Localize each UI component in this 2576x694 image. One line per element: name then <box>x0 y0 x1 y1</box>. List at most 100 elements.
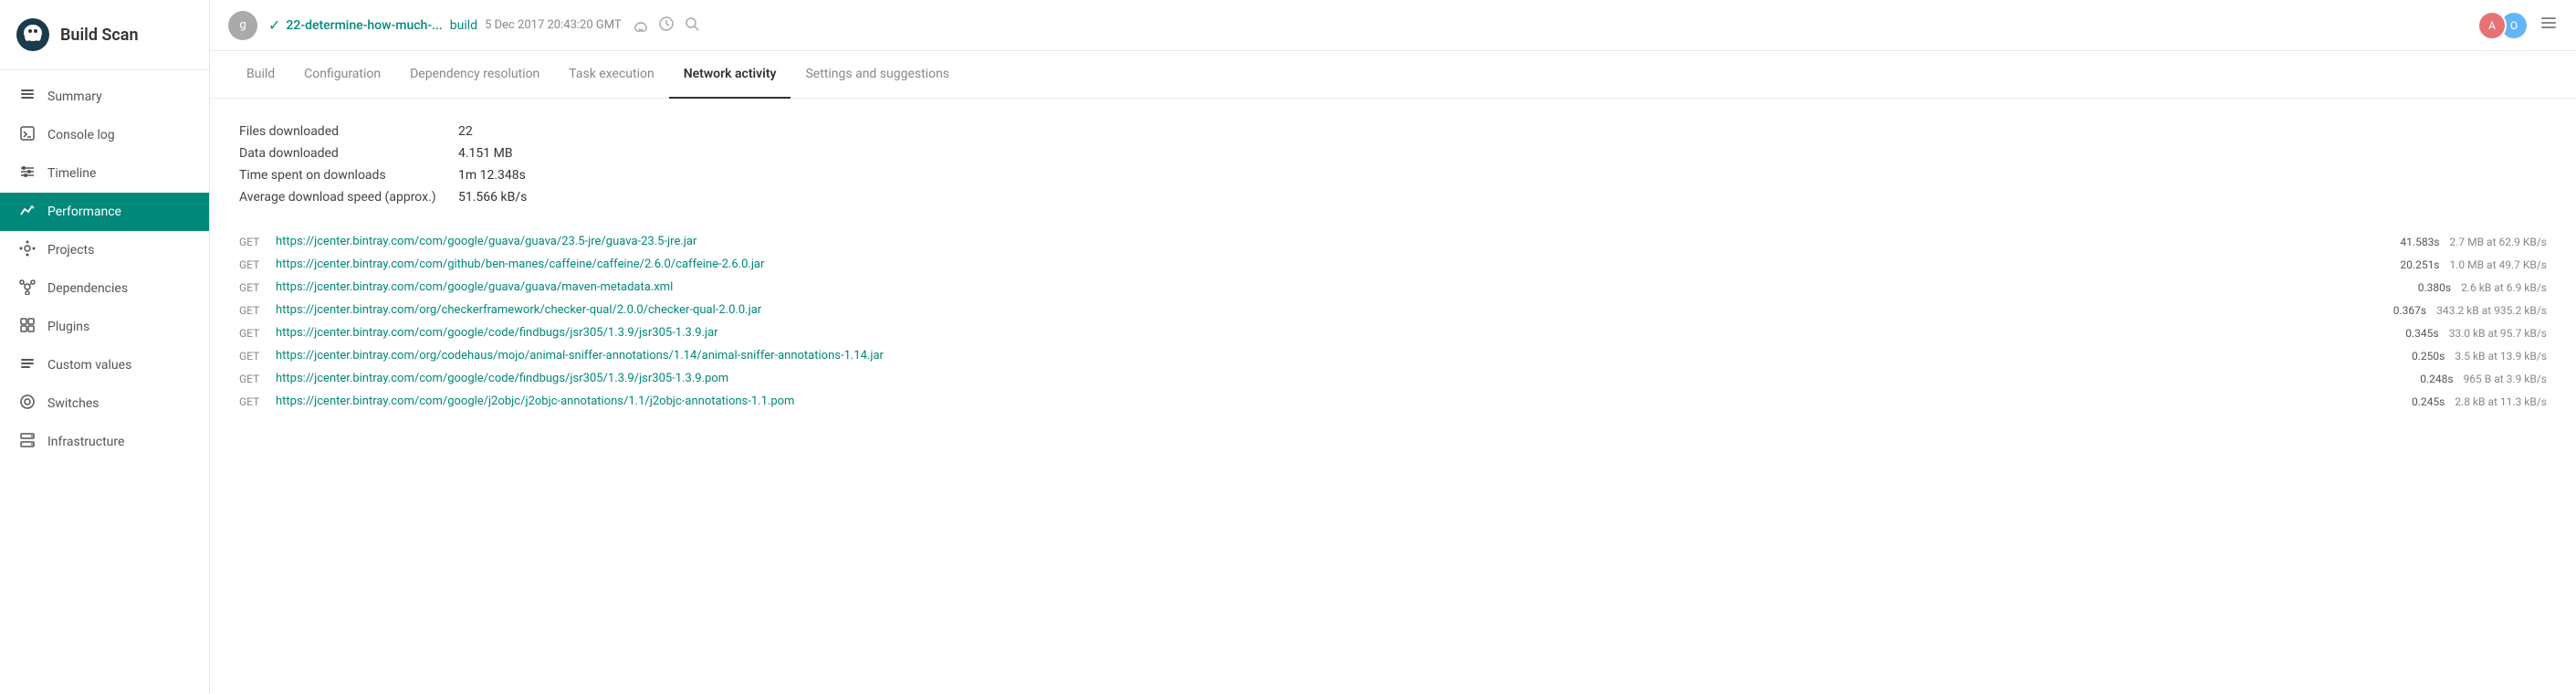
download-size: 965 B at 3.9 kB/s <box>2464 373 2547 385</box>
stat-label: Average download speed (approx.) <box>239 190 458 205</box>
link-icon[interactable] <box>633 16 649 36</box>
dependencies-icon <box>18 279 37 299</box>
sidebar-item-custom-values[interactable]: Custom values <box>0 346 209 384</box>
subnav: Build Configuration Dependency resolutio… <box>210 51 2576 99</box>
timeline-icon <box>18 163 37 184</box>
download-stats: 0.367s 343.2 kB at 935.2 kB/s <box>2346 304 2547 317</box>
download-size: 3.5 kB at 13.9 kB/s <box>2455 350 2547 363</box>
stat-label: Data downloaded <box>239 146 458 161</box>
sidebar-item-label: Performance <box>47 205 121 219</box>
stat-row-files: Files downloaded 22 <box>239 124 2547 139</box>
http-method: GET <box>239 236 276 248</box>
download-row: GET https://jcenter.bintray.com/org/code… <box>239 344 2547 367</box>
build-date: 5 Dec 2017 20:43:20 GMT <box>485 18 622 32</box>
download-time: 0.380s <box>2396 281 2451 294</box>
tab-settings-suggestions[interactable]: Settings and suggestions <box>791 51 964 99</box>
stat-row-data: Data downloaded 4.151 MB <box>239 146 2547 161</box>
tab-network-activity[interactable]: Network activity <box>669 51 791 99</box>
tab-build[interactable]: Build <box>232 51 289 99</box>
download-url-link[interactable]: https://jcenter.bintray.com/org/checkerf… <box>276 303 2328 317</box>
avatar-1: A <box>2477 11 2507 40</box>
http-method: GET <box>239 373 276 385</box>
download-url-link[interactable]: https://jcenter.bintray.com/com/github/b… <box>276 258 2328 271</box>
sidebar-item-label: Infrastructure <box>47 435 124 449</box>
download-url-link[interactable]: https://jcenter.bintray.com/org/codehaus… <box>276 349 2328 363</box>
hamburger-menu-icon[interactable] <box>2539 14 2558 37</box>
sidebar-item-console-log[interactable]: Console log <box>0 116 209 154</box>
sidebar: Build Scan Summary Console log Timeline … <box>0 0 210 694</box>
download-stats: 0.250s 3.5 kB at 13.9 kB/s <box>2346 350 2547 363</box>
download-time: 0.248s <box>2399 373 2454 385</box>
download-stats: 0.248s 965 B at 3.9 kB/s <box>2346 373 2547 385</box>
build-label-link[interactable]: build <box>450 18 477 33</box>
sidebar-item-label: Projects <box>47 243 94 258</box>
custom-values-icon <box>18 355 37 375</box>
sidebar-nav: Summary Console log Timeline Performance… <box>0 70 209 468</box>
sidebar-item-label: Plugins <box>47 320 89 334</box>
download-time: 0.250s <box>2390 350 2445 363</box>
download-url-link[interactable]: https://jcenter.bintray.com/com/google/j… <box>276 394 2328 408</box>
sidebar-item-label: Timeline <box>47 166 96 181</box>
content-area: Files downloaded 22 Data downloaded 4.15… <box>210 99 2576 694</box>
http-method: GET <box>239 304 276 317</box>
download-size: 2.7 MB at 62.9 KB/s <box>2449 236 2547 248</box>
sidebar-item-timeline[interactable]: Timeline <box>0 154 209 193</box>
sidebar-item-performance[interactable]: Performance <box>0 193 209 231</box>
download-time: 0.367s <box>2372 304 2426 317</box>
download-size: 33.0 kB at 95.7 kB/s <box>2449 327 2547 340</box>
topbar: g ✓ 22-determine-how-much-... build 5 De… <box>210 0 2576 51</box>
stat-label: Files downloaded <box>239 124 458 139</box>
sidebar-header: Build Scan <box>0 0 209 70</box>
stat-value: 1m 12.348s <box>458 168 526 183</box>
download-row: GET https://jcenter.bintray.com/com/goog… <box>239 276 2547 299</box>
user-avatars: A O <box>2477 11 2529 40</box>
sidebar-item-switches[interactable]: Switches <box>0 384 209 423</box>
switches-icon <box>18 394 37 414</box>
download-size: 2.8 kB at 11.3 kB/s <box>2455 395 2547 408</box>
download-url-link[interactable]: https://jcenter.bintray.com/com/google/g… <box>276 235 2328 248</box>
stat-value: 51.566 kB/s <box>458 190 527 205</box>
download-row: GET https://jcenter.bintray.com/com/goog… <box>239 321 2547 344</box>
download-url-link[interactable]: https://jcenter.bintray.com/com/google/g… <box>276 280 2328 294</box>
summary-icon <box>18 87 37 107</box>
sidebar-item-summary[interactable]: Summary <box>0 78 209 116</box>
download-size: 343.2 kB at 935.2 kB/s <box>2436 304 2547 317</box>
projects-icon <box>18 240 37 260</box>
infrastructure-icon <box>18 432 37 452</box>
download-time: 20.251s <box>2385 258 2440 271</box>
http-method: GET <box>239 350 276 363</box>
gradle-logo <box>15 16 51 53</box>
sidebar-item-label: Switches <box>47 396 99 411</box>
plugins-icon <box>18 317 37 337</box>
tab-configuration[interactable]: Configuration <box>289 51 395 99</box>
stat-label: Time spent on downloads <box>239 168 458 183</box>
main-content: g ✓ 22-determine-how-much-... build 5 De… <box>210 0 2576 694</box>
build-name-link[interactable]: 22-determine-how-much-... <box>286 18 442 33</box>
download-stats: 0.345s 33.0 kB at 95.7 kB/s <box>2346 327 2547 340</box>
tab-dependency-resolution[interactable]: Dependency resolution <box>395 51 554 99</box>
sidebar-item-label: Summary <box>47 89 102 104</box>
download-url-link[interactable]: https://jcenter.bintray.com/com/google/c… <box>276 372 2328 385</box>
topbar-action-icons <box>633 16 700 36</box>
sidebar-item-plugins[interactable]: Plugins <box>0 308 209 346</box>
tab-task-execution[interactable]: Task execution <box>554 51 668 99</box>
download-stats: 0.380s 2.6 kB at 6.9 kB/s <box>2346 281 2547 294</box>
sidebar-item-infrastructure[interactable]: Infrastructure <box>0 423 209 461</box>
download-row: GET https://jcenter.bintray.com/org/chec… <box>239 299 2547 321</box>
stat-value: 4.151 MB <box>458 146 513 161</box>
history-icon[interactable] <box>658 16 675 36</box>
http-method: GET <box>239 327 276 340</box>
sidebar-item-dependencies[interactable]: Dependencies <box>0 269 209 308</box>
sidebar-item-label: Console log <box>47 128 115 142</box>
sidebar-item-label: Dependencies <box>47 281 128 296</box>
download-row: GET https://jcenter.bintray.com/com/goog… <box>239 367 2547 390</box>
download-row: GET https://jcenter.bintray.com/com/goog… <box>239 230 2547 253</box>
download-url-link[interactable]: https://jcenter.bintray.com/com/google/c… <box>276 326 2328 340</box>
sidebar-item-label: Custom values <box>47 358 131 373</box>
search-icon[interactable] <box>684 16 700 36</box>
download-row: GET https://jcenter.bintray.com/com/goog… <box>239 390 2547 413</box>
user-avatar: g <box>228 11 257 40</box>
network-stats: Files downloaded 22 Data downloaded 4.15… <box>239 124 2547 205</box>
sidebar-item-projects[interactable]: Projects <box>0 231 209 269</box>
download-stats: 0.245s 2.8 kB at 11.3 kB/s <box>2346 395 2547 408</box>
